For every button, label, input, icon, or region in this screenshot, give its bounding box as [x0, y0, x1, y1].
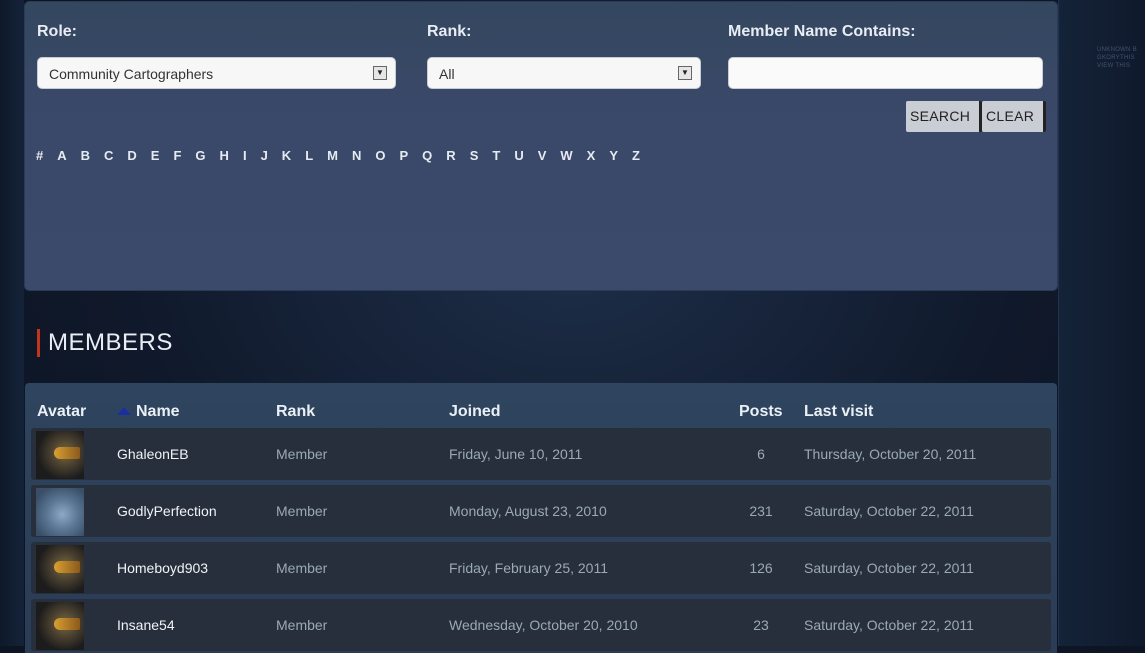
- alphabet-letter-y[interactable]: Y: [609, 148, 618, 163]
- member-posts: 231: [749, 503, 773, 519]
- member-name-link[interactable]: GodlyPerfection: [117, 485, 217, 537]
- table-row: GhaleonEB Member Friday, June 10, 2011 6 Thu…: [31, 428, 1051, 480]
- alphabet-letter-f[interactable]: F: [173, 148, 181, 163]
- chevron-down-icon[interactable]: ▼: [373, 66, 387, 80]
- alphabet-letter-x[interactable]: X: [587, 148, 596, 163]
- alphabet-letter-p[interactable]: P: [400, 148, 409, 163]
- alphabet-letter-t[interactable]: T: [492, 148, 500, 163]
- member-joined: Friday, June 10, 2011: [449, 446, 583, 462]
- member-joined: Monday, August 23, 2010: [449, 503, 607, 519]
- member-joined: Wednesday, October 20, 2010: [449, 617, 638, 633]
- alphabet-letter-r[interactable]: R: [446, 148, 455, 163]
- role-label: Role:: [37, 23, 77, 40]
- clear-button[interactable]: CLEAR: [982, 101, 1047, 132]
- avatar[interactable]: [36, 545, 84, 593]
- alphabet-letter-e[interactable]: E: [151, 148, 160, 163]
- role-select[interactable]: Community Cartographers ▼: [37, 57, 396, 89]
- side-fine-print: UNKNOWN B GKORYTHIS VIEW THIS: [1097, 47, 1138, 69]
- avatar[interactable]: [36, 488, 84, 536]
- search-button[interactable]: SEARCH: [906, 101, 983, 132]
- column-header-rank[interactable]: Rank: [276, 403, 315, 421]
- column-header-avatar: Avatar: [37, 403, 87, 420]
- rank-select[interactable]: All ▼: [427, 57, 701, 89]
- member-rank: Member: [276, 560, 328, 576]
- alphabet-letter-a[interactable]: A: [57, 148, 66, 163]
- member-posts: 23: [753, 617, 769, 633]
- column-header-joined[interactable]: Joined: [449, 403, 501, 421]
- alphabet-letter-u[interactable]: U: [514, 148, 523, 163]
- table-row: Homeboyd903 Member Friday, February 25, 20…: [31, 542, 1051, 594]
- avatar[interactable]: [36, 431, 84, 479]
- member-filter-panel: Role: Community Cartographers ▼ Rank: Al…: [25, 2, 1057, 290]
- member-name-link[interactable]: GhaleonEB: [117, 428, 189, 480]
- alphabet-letter-b[interactable]: B: [81, 148, 90, 163]
- member-name-label: Member Name Contains:: [728, 23, 916, 40]
- alphabet-letter-o[interactable]: O: [375, 148, 385, 163]
- alphabet-letter-d[interactable]: D: [127, 148, 136, 163]
- avatar[interactable]: [36, 602, 84, 650]
- left-backdrop: [0, 0, 24, 646]
- alphabet-letter-w[interactable]: W: [560, 148, 572, 163]
- sort-ascending-icon: [117, 407, 131, 415]
- member-last-visit: Thursday, October 20, 2011: [804, 446, 977, 462]
- column-header-name[interactable]: Name: [117, 403, 180, 421]
- member-rank: Member: [276, 503, 328, 519]
- alphabet-letter-i[interactable]: I: [243, 148, 247, 163]
- column-header-posts[interactable]: Posts: [739, 403, 783, 421]
- chevron-down-icon[interactable]: ▼: [678, 66, 692, 80]
- role-select-value: Community Cartographers: [49, 66, 214, 82]
- alphabet-letter-n[interactable]: N: [352, 148, 361, 163]
- member-rank: Member: [276, 617, 328, 633]
- members-table: Avatar Name Rank Joined Posts Last visit…: [25, 383, 1057, 653]
- alphabet-letter-m[interactable]: M: [327, 148, 338, 163]
- alphabet-filter: # A B C D E F G H I J K L M N O P Q R S T U V W X Y Z: [36, 148, 654, 163]
- alphabet-letter-h[interactable]: H: [220, 148, 229, 163]
- rank-label: Rank:: [427, 23, 472, 40]
- alphabet-letter-j[interactable]: J: [261, 148, 268, 163]
- member-joined: Friday, February 25, 2011: [449, 560, 609, 576]
- alphabet-letter-k[interactable]: K: [282, 148, 291, 163]
- column-header-last-visit[interactable]: Last visit: [804, 403, 873, 421]
- rank-select-value: All: [439, 66, 455, 82]
- member-name-link[interactable]: Insane54: [117, 599, 175, 651]
- column-header-name-label: Name: [136, 403, 180, 420]
- table-row: GodlyPerfection Member Monday, August 23, …: [31, 485, 1051, 537]
- alphabet-letter-l[interactable]: L: [305, 148, 313, 163]
- alphabet-letter-s[interactable]: S: [470, 148, 479, 163]
- member-last-visit: Saturday, October 22, 2011: [804, 617, 974, 633]
- right-backdrop: UNKNOWN B GKORYTHIS VIEW THIS: [1058, 0, 1145, 646]
- member-last-visit: Saturday, October 22, 2011: [804, 560, 974, 576]
- member-posts: 6: [757, 446, 765, 462]
- alphabet-letter-q[interactable]: Q: [422, 148, 432, 163]
- alphabet-letter-g[interactable]: G: [195, 148, 205, 163]
- member-name-link[interactable]: Homeboyd903: [117, 542, 208, 594]
- member-rank: Member: [276, 446, 328, 462]
- members-heading: MEMBERS: [37, 329, 173, 357]
- alphabet-letter-hash[interactable]: #: [36, 148, 43, 163]
- member-last-visit: Saturday, October 22, 2011: [804, 503, 974, 519]
- alphabet-letter-c[interactable]: C: [104, 148, 113, 163]
- member-name-input[interactable]: [728, 57, 1043, 89]
- alphabet-letter-z[interactable]: Z: [632, 148, 640, 163]
- table-row: Insane54 Member Wednesday, October 20, 201…: [31, 599, 1051, 651]
- member-posts: 126: [749, 560, 773, 576]
- alphabet-letter-v[interactable]: V: [538, 148, 547, 163]
